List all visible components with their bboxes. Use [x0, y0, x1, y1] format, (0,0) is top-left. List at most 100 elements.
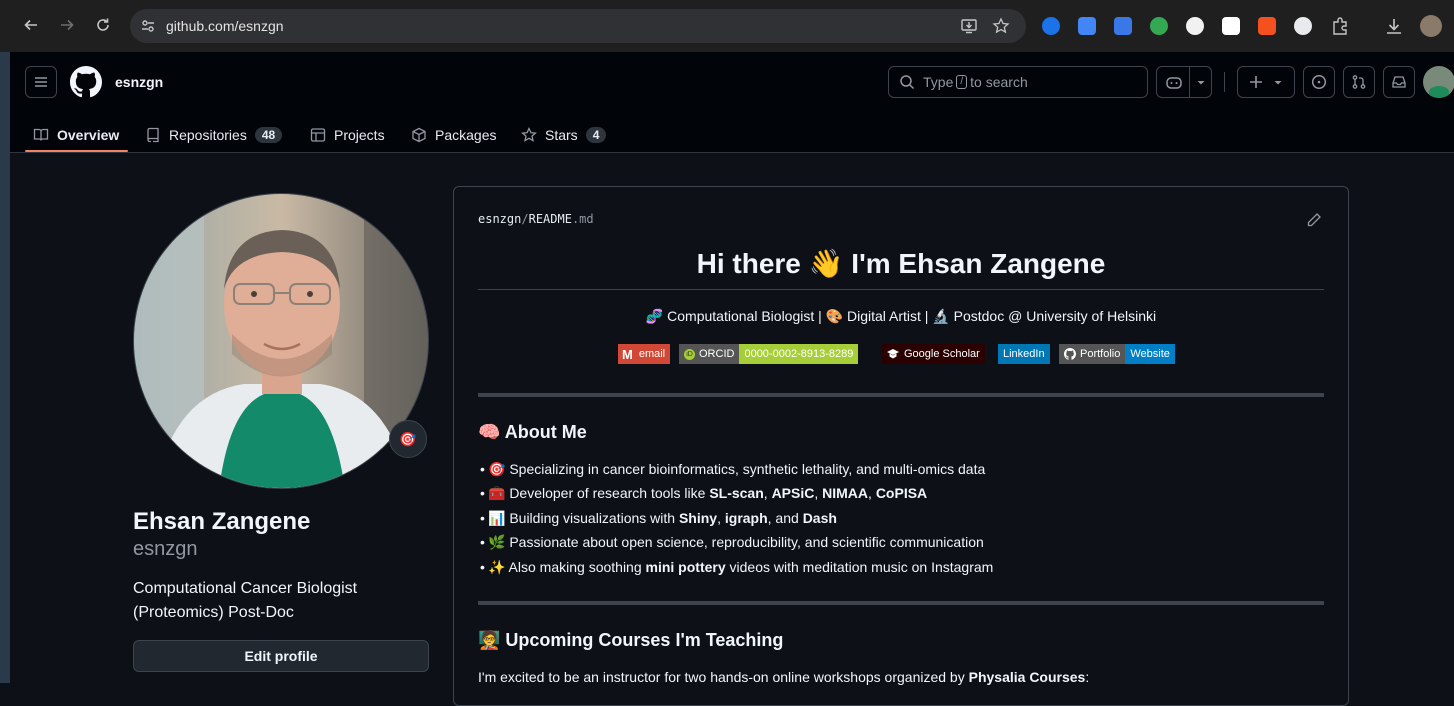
search-placeholder-suffix: to search	[970, 74, 1028, 90]
search-input[interactable]: Type / to search	[888, 66, 1148, 98]
about-heading: 🧠 About Me	[478, 422, 587, 442]
tab-projects-label: Projects	[334, 127, 385, 143]
graduation-cap-icon	[882, 344, 902, 364]
tab-overview-label: Overview	[57, 127, 120, 143]
header-divider	[1224, 72, 1225, 92]
list-item: 🌿 Passionate about open science, reprodu…	[480, 534, 984, 551]
linkedin-badge-label: LinkedIn	[998, 344, 1050, 364]
browser-profile-avatar[interactable]	[1420, 15, 1442, 37]
extension-icon-5[interactable]	[1186, 17, 1204, 35]
stars-count: 4	[585, 127, 607, 143]
search-icon	[899, 74, 915, 90]
chevron-down-icon	[1273, 75, 1283, 89]
search-placeholder-prefix: Type	[923, 74, 954, 90]
email-badge[interactable]: M email	[618, 344, 671, 364]
extension-icon-4[interactable]	[1150, 17, 1168, 35]
github-header: esnzgn Type / to search Overview Reposit…	[10, 52, 1454, 153]
translate-extension-icon[interactable]	[1114, 17, 1132, 35]
copilot-icon	[1165, 74, 1183, 90]
readme-heading: Hi there 👋 I'm Ehsan Zangene	[696, 248, 1106, 279]
extensions-puzzle-icon[interactable]	[1330, 16, 1350, 36]
tab-repositories-label: Repositories	[169, 127, 247, 143]
courses-heading: 🧑‍🏫 Upcoming Courses I'm Teaching	[478, 630, 784, 650]
extension-icon-2[interactable]	[1078, 17, 1096, 35]
orcid-badge-label: ORCID	[697, 344, 740, 364]
readme-path-separator: /	[521, 212, 529, 226]
book-icon	[33, 127, 57, 143]
copilot-button[interactable]	[1156, 66, 1212, 98]
reload-icon[interactable]	[92, 14, 114, 36]
forward-icon[interactable]	[56, 14, 78, 36]
profile-full-name: Ehsan Zangene	[133, 508, 311, 535]
selected-tab-underline	[25, 150, 128, 152]
profile-avatar[interactable]	[133, 193, 429, 489]
tab-stars[interactable]: Stars 4	[521, 118, 607, 152]
tab-projects[interactable]: Projects	[310, 118, 385, 152]
edit-profile-button[interactable]: Edit profile	[133, 640, 429, 672]
list-item: 🎯 Specializing in cancer bioinformatics,…	[480, 461, 985, 478]
readme-path-user[interactable]: esnzgn	[478, 212, 521, 226]
pull-requests-icon[interactable]	[1343, 66, 1375, 98]
issues-icon[interactable]	[1303, 66, 1335, 98]
extension-icon-7[interactable]	[1258, 17, 1276, 35]
site-info-icon[interactable]	[140, 18, 156, 34]
window-edge	[0, 52, 10, 683]
orcid-badge[interactable]: iD ORCID 0000-0002-8913-8289	[679, 344, 859, 364]
edit-readme-pencil-icon[interactable]	[1306, 212, 1322, 228]
google-scholar-badge[interactable]: Google Scholar	[882, 344, 985, 364]
repo-icon	[145, 127, 169, 143]
orcid-icon: iD	[679, 344, 697, 364]
url-text: github.com/esnzgn	[166, 18, 284, 34]
profile-readme: esnzgn/README.md Hi there 👋 I'm Ehsan Za…	[453, 186, 1349, 706]
tab-repositories[interactable]: Repositories 48	[145, 118, 283, 152]
list-item: 🧰 Developer of research tools like SL-sc…	[480, 485, 927, 502]
user-avatar-menu[interactable]	[1423, 66, 1454, 98]
list-item: 📊 Building visualizations with Shiny, ig…	[480, 510, 837, 527]
list-item: ✨ Also making soothing mini pottery vide…	[480, 559, 993, 576]
readme-path-ext: .md	[571, 212, 594, 226]
section-divider	[478, 393, 1324, 397]
tab-packages[interactable]: Packages	[411, 118, 496, 152]
portfolio-badge[interactable]: Portfolio Website	[1059, 344, 1175, 364]
google-scholar-badge-label: Google Scholar	[902, 344, 985, 364]
status-emoji-button[interactable]: 🎯	[389, 420, 427, 458]
menu-hamburger-icon[interactable]	[25, 66, 57, 98]
linkedin-badge[interactable]: LinkedIn	[998, 344, 1050, 364]
plus-icon	[1249, 75, 1263, 89]
profile-bio: Computational Cancer Biologist (Proteomi…	[133, 580, 358, 621]
table-icon	[310, 127, 334, 143]
header-username[interactable]: esnzgn	[115, 74, 163, 90]
inbox-icon[interactable]	[1383, 66, 1415, 98]
bookmark-star-icon[interactable]	[992, 17, 1010, 35]
section-divider	[478, 601, 1324, 605]
readme-path-file: README	[528, 212, 572, 226]
readme-path: esnzgn/README.md	[478, 212, 594, 226]
browser-toolbar: github.com/esnzgn	[0, 0, 1454, 52]
tab-packages-label: Packages	[435, 127, 497, 143]
github-badge-icon	[1059, 344, 1078, 364]
gmail-icon: M	[618, 344, 637, 364]
extension-icon-1[interactable]	[1042, 17, 1060, 35]
star-icon	[521, 127, 545, 143]
email-badge-label: email	[636, 344, 671, 364]
address-bar[interactable]: github.com/esnzgn	[130, 9, 1026, 43]
profile-login: esnzgn	[133, 538, 198, 560]
chevron-down-icon	[1195, 75, 1207, 89]
orcid-badge-value: 0000-0002-8913-8289	[739, 344, 859, 364]
tab-stars-label: Stars	[545, 127, 578, 143]
heading-rule	[478, 289, 1324, 290]
package-icon	[411, 127, 435, 143]
install-app-icon[interactable]	[960, 17, 978, 35]
create-new-button[interactable]	[1237, 66, 1295, 98]
back-icon[interactable]	[20, 14, 42, 36]
search-shortcut-key: /	[956, 75, 968, 89]
extension-icon-8[interactable]	[1294, 17, 1312, 35]
downloads-icon[interactable]	[1384, 16, 1404, 36]
repositories-count: 48	[254, 127, 283, 143]
portfolio-badge-label: Portfolio	[1078, 344, 1126, 364]
extension-icon-6[interactable]	[1222, 17, 1240, 35]
portfolio-badge-value: Website	[1125, 344, 1175, 364]
github-logo-icon[interactable]	[70, 66, 102, 98]
readme-tagline: 🧬 Computational Biologist | 🎨 Digital Ar…	[645, 308, 1157, 324]
tab-overview[interactable]: Overview	[33, 118, 119, 152]
